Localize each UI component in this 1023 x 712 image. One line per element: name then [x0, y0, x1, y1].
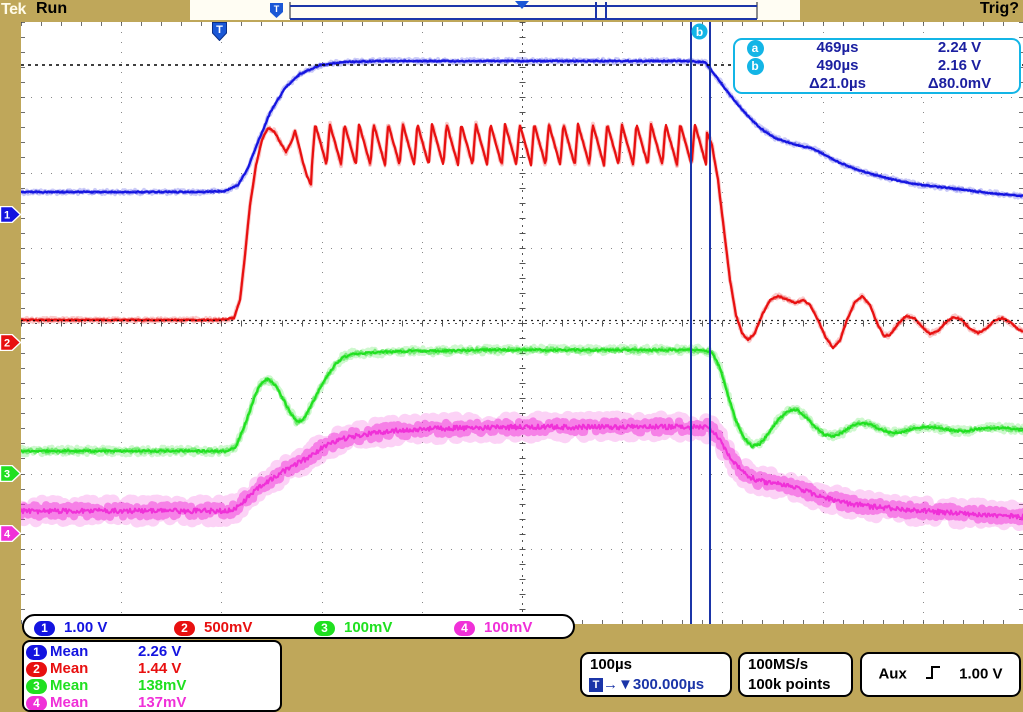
acquisition-box[interactable]: 100MS/s 100k points [738, 652, 853, 697]
cursor-row-a: a 469µs 2.24 V [735, 39, 1019, 57]
channel-badge-3: 3 [314, 620, 335, 636]
channel-scale-value-3: 100mV [344, 619, 393, 636]
channel-scale-value-4: 100mV [484, 619, 533, 636]
timebase-scale: 100µs [590, 656, 633, 673]
channel-scale-bar: 1 1.00 V 2 500mV 3 100mV 4 100mV [22, 614, 575, 639]
trigger-position-marker-icon[interactable]: T [212, 22, 227, 42]
ground-marker-ch4[interactable]: 4 [0, 525, 21, 542]
channel-scale-ch1[interactable]: 1 1.00 V [34, 617, 107, 638]
measurement-box[interactable]: 1 Mean 2.26 V 2 Mean 1.44 V 3 Mean 138mV 4 Mean 137… [22, 640, 282, 712]
run-state-label[interactable]: Run [36, 0, 67, 18]
overview-center-marker-icon [515, 1, 529, 9]
overview-cursor-b[interactable] [605, 2, 607, 19]
sample-rate: 100MS/s [748, 656, 809, 673]
cursor-b-badge: b [735, 57, 775, 75]
measurement-label: Mean [50, 643, 89, 660]
svg-text:T: T [274, 4, 280, 14]
channel-scale-value-1: 1.00 V [64, 619, 108, 636]
record-overview-bar[interactable]: T [190, 0, 800, 20]
svg-text:4: 4 [4, 529, 11, 541]
measurement-channel-badge: 1 [26, 643, 50, 660]
measurement-label: Mean [50, 677, 89, 694]
cursor-row-delta: Δ21.0µs Δ80.0mV [735, 75, 1019, 93]
measurement-value: 138mV [138, 677, 187, 694]
measurement-value: 2.26 V [138, 643, 182, 660]
timebase-delay: T →▼300.000µs [589, 674, 704, 695]
channel-scale-ch3[interactable]: 3 100mV [314, 617, 392, 638]
measurement-label: Mean [50, 694, 89, 711]
ground-marker-ch1[interactable]: 1 [0, 206, 21, 223]
cursor-a-voltage: 2.24 V [937, 39, 982, 56]
channel-badge-4: 4 [454, 620, 475, 636]
delay-arrow-icon: →▼ [603, 676, 633, 693]
waveform-graticule[interactable] [21, 22, 1023, 624]
svg-text:1: 1 [4, 210, 10, 222]
cursor-delta-voltage: Δ80.0mV [927, 75, 992, 92]
svg-text:b: b [696, 25, 703, 39]
measurement-channel-badge: 3 [26, 677, 50, 694]
trigger-level: 1.00 V [959, 665, 1003, 683]
measurement-value: 1.44 V [138, 660, 182, 677]
ground-marker-ch2[interactable]: 2 [0, 334, 21, 351]
rising-edge-icon [925, 665, 941, 684]
top-status-bar: Tek Run Trig? T [0, 0, 1023, 20]
ground-marker-ch3[interactable]: 3 [0, 465, 21, 482]
overview-cursor-a[interactable] [595, 2, 597, 19]
measurement-row[interactable]: 2 Mean 1.44 V [26, 660, 258, 677]
svg-text:3: 3 [4, 469, 10, 481]
cursor-b-voltage: 2.16 V [937, 57, 982, 74]
delay-value: 300.000µs [632, 676, 705, 693]
trigger-state-label[interactable]: Trig? [980, 0, 1019, 18]
timebase-box[interactable]: 100µs T →▼300.000µs [580, 652, 732, 697]
channel-scale-value-2: 500mV [204, 619, 253, 636]
cursor-readout-box: a 469µs 2.24 V b 490µs 2.16 V Δ21.0µs Δ8… [733, 38, 1021, 94]
svg-text:2: 2 [4, 338, 10, 350]
record-length: 100k points [748, 676, 831, 693]
measurement-channel-badge: 2 [26, 660, 50, 677]
channel-scale-ch2[interactable]: 2 500mV [174, 617, 252, 638]
measurement-channel-badge: 4 [26, 694, 50, 710]
overview-trigger-marker-icon: T [270, 3, 283, 18]
cursor-delta-time: Δ21.0µs [809, 75, 866, 92]
cursor-row-b: b 490µs 2.16 V [735, 57, 1019, 75]
trigger-source: Aux [878, 665, 907, 683]
cursor-b-time: 490µs [816, 57, 859, 74]
measurement-label: Mean [50, 660, 89, 677]
channel-badge-1: 1 [34, 620, 55, 636]
cursor-lines[interactable] [21, 22, 1023, 624]
trigger-box[interactable]: Aux 1.00 V [860, 652, 1021, 697]
measurement-row[interactable]: 3 Mean 138mV [26, 677, 258, 694]
oscilloscope-screen: Tek Run Trig? T T b 1 2 3 4 a 469µs 2.24… [0, 0, 1023, 712]
measurement-row[interactable]: 1 Mean 2.26 V [26, 643, 258, 660]
channel-badge-2: 2 [174, 620, 195, 636]
measurement-row[interactable]: 4 Mean 137mV [26, 694, 258, 711]
measurement-value: 137mV [138, 694, 187, 711]
channel-scale-ch4[interactable]: 4 100mV [454, 617, 532, 638]
delta-spacer [735, 75, 775, 93]
cursor-a-badge: a [735, 39, 775, 57]
cursor-a-time: 469µs [816, 39, 859, 56]
cursor-b-handle-icon[interactable]: b [691, 23, 708, 40]
tek-logo: Tek [1, 1, 26, 18]
delay-trigger-badge-icon: T [589, 678, 603, 693]
svg-text:T: T [216, 24, 223, 36]
